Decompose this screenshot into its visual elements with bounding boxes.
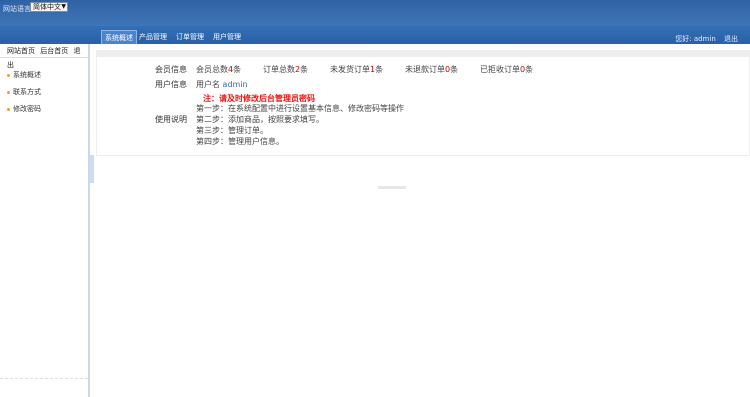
tab-users[interactable]: 用户管理 bbox=[213, 30, 241, 44]
step-4: 第四步：管理用户信息。 bbox=[196, 137, 284, 146]
stat-unshipped: 未发货订单1条 bbox=[330, 65, 384, 74]
language-select-value: 简体中文 bbox=[33, 3, 61, 11]
stat-members: 会员总数4条 bbox=[196, 65, 242, 74]
stat-rejected: 已拒收订单0条 bbox=[480, 65, 534, 74]
chevron-down-icon: ▼ bbox=[61, 3, 66, 10]
instructions-label: 使用说明 bbox=[155, 115, 187, 124]
bullet-icon bbox=[7, 73, 10, 77]
step-1: 第一步：在系统配置中进行设置基本信息、修改密码等操作 bbox=[196, 104, 404, 113]
stat-unrefunded: 未退款订单0条 bbox=[405, 65, 459, 74]
admin-home-link[interactable]: 后台首页 bbox=[40, 47, 68, 55]
sidebar-item-contact[interactable]: 联系方式 bbox=[7, 87, 41, 97]
bullet-icon bbox=[7, 107, 10, 111]
greeting-text: 您好: bbox=[675, 35, 692, 43]
bullet-icon bbox=[7, 90, 10, 94]
member-info-label: 会员信息 bbox=[155, 65, 187, 74]
tab-system-overview[interactable]: 系统概述 bbox=[101, 30, 137, 44]
user-info-label: 用户信息 bbox=[155, 80, 187, 89]
loading-placeholder bbox=[378, 186, 406, 189]
sidebar-item-label: 系统概述 bbox=[13, 71, 41, 79]
sidebar-splitter[interactable] bbox=[90, 155, 94, 183]
tab-orders[interactable]: 订单管理 bbox=[176, 30, 204, 44]
tab-products[interactable]: 产品管理 bbox=[139, 30, 167, 44]
language-select[interactable]: 简体中文 ▼ bbox=[30, 2, 68, 12]
sidebar-item-overview[interactable]: 系统概述 bbox=[7, 70, 41, 80]
sidebar-divider bbox=[0, 378, 88, 379]
step-3: 第三步：管理订单。 bbox=[196, 126, 268, 135]
top-header bbox=[0, 0, 750, 26]
sidebar-item-password[interactable]: 修改密码 bbox=[7, 104, 41, 114]
language-label: 网站语言 bbox=[3, 5, 31, 13]
logout-link[interactable]: 退出 bbox=[724, 35, 738, 43]
username-row: 用户名 admin bbox=[196, 80, 248, 89]
user-info: 您好: admin 退出 bbox=[675, 34, 738, 44]
sidebar-item-label: 联系方式 bbox=[13, 88, 41, 96]
site-home-link[interactable]: 网站首页 bbox=[7, 47, 35, 55]
sidebar-item-label: 修改密码 bbox=[13, 105, 41, 113]
step-2: 第二步：添加商品，按照要求填写。 bbox=[196, 115, 324, 124]
stat-orders: 订单总数2条 bbox=[263, 65, 309, 74]
sidebar-quick-links: 网站首页 后台首页 退出 bbox=[0, 44, 88, 69]
current-username: admin bbox=[693, 35, 716, 43]
username-value: admin bbox=[222, 80, 248, 89]
